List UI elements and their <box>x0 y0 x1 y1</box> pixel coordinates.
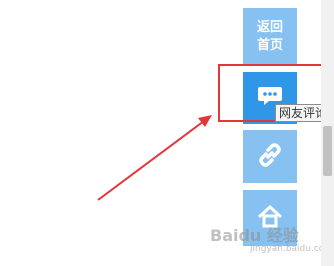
watermark-brand: Baidu <box>210 226 262 245</box>
scrollbar-thumb[interactable] <box>323 126 332 176</box>
baidu-watermark-logo: Baidu 经验 jingyan.baidu.com <box>210 222 333 254</box>
watermark-suffix: 经验 <box>266 226 299 245</box>
vertical-scrollbar[interactable] <box>321 0 334 266</box>
